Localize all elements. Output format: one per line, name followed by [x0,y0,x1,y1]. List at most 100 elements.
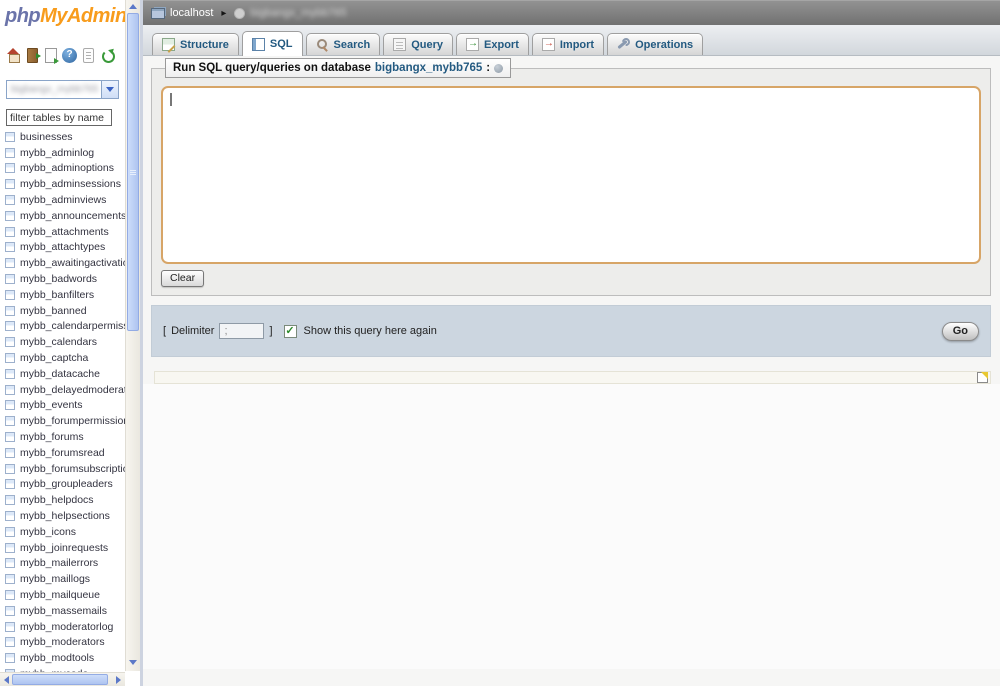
table-list-item[interactable]: businesses [3,129,125,145]
sql-query-fieldset: Run SQL query/queries on database bigban… [151,58,991,296]
table-list-item[interactable]: mybb_mailerrors [3,556,125,572]
table-name: mybb_joinrequests [20,541,109,554]
tab-export[interactable]: Export [456,33,529,55]
table-list-item[interactable]: mybb_adminoptions [3,161,125,177]
table-list-item[interactable]: mybb_moderators [3,635,125,651]
home-icon[interactable] [6,48,21,63]
tab-label: Search [333,38,371,51]
breadcrumb-server-link[interactable]: localhost [170,7,213,19]
table-list-item[interactable]: mybb_moderatorlog [3,619,125,635]
tab-sql[interactable]: SQL [241,31,303,56]
database-select[interactable]: bigbangx_mybb765 [6,80,119,99]
table-list-item[interactable]: mybb_banfilters [3,287,125,303]
table-icon [5,368,15,379]
tab-label: SQL [269,38,293,50]
sidebar-horizontal-scrollbar[interactable] [0,672,125,686]
clear-button[interactable]: Clear [161,270,205,287]
table-list-item[interactable]: mybb_forumsubscriptions [3,461,125,477]
table-list-item[interactable]: mybb_awaitingactivation [3,255,125,271]
tab-structure[interactable]: Structure [152,33,239,55]
table-list-item[interactable]: mybb_maillogs [3,571,125,587]
table-list-item[interactable]: mybb_delayedmoderation [3,382,125,398]
table-name: mybb_captcha [20,352,89,365]
table-list-item[interactable]: mybb_attachtypes [3,240,125,256]
table-name: mybb_forums [20,431,84,444]
tab-label: Export [484,38,519,51]
sidebar-vertical-scrollbar[interactable] [125,0,140,671]
help-icon[interactable] [494,63,504,73]
table-list-item[interactable]: mybb_banned [3,303,125,319]
database-select-arrow[interactable] [101,81,118,98]
table-name: mybb_adminlog [20,146,95,159]
table-list-item[interactable]: mybb_forumpermissions [3,413,125,429]
table-icon [5,305,15,316]
tab-query[interactable]: Query [383,33,454,55]
table-name: mybb_maillogs [20,573,91,586]
tab-bar: Structure SQL Search Query Export [143,25,1000,56]
table-list-item[interactable]: mybb_badwords [3,271,125,287]
table-name: mybb_datacache [20,367,100,380]
triangle-right-icon [115,675,121,684]
reload-icon[interactable] [100,48,115,63]
tab-operations[interactable]: Operations [607,33,704,55]
table-icon [5,605,15,616]
table-name: mybb_attachments [20,225,109,238]
vertical-scroll-thumb[interactable] [127,13,139,331]
table-list-item[interactable]: mybb_groupleaders [3,477,125,493]
table-list-item[interactable]: mybb_captcha [3,350,125,366]
table-name: mybb_calendars [20,336,98,349]
table-list-item[interactable]: mybb_datacache [3,366,125,382]
structure-icon [162,38,175,51]
phpmyadmin-docs-icon[interactable] [62,48,77,63]
tab-search[interactable]: Search [305,33,381,55]
scroll-down-arrow[interactable] [126,656,140,669]
table-list-item[interactable]: mybb_calendarpermissions [3,319,125,335]
go-button[interactable]: Go [941,321,979,341]
table-list-item[interactable]: mybb_announcements [3,208,125,224]
table-name: mybb_moderators [20,636,105,649]
table-list-item[interactable]: mybb_attachments [3,224,125,240]
sql-query-textarea[interactable] [161,86,981,264]
breadcrumb-separator: ▸ [221,7,227,19]
phpmyadmin-logo[interactable]: phpMyAdmin [5,5,127,28]
table-list-item[interactable]: mybb_mailqueue [3,587,125,603]
table-list-item[interactable]: mybb_icons [3,524,125,540]
legend-database-link[interactable]: bigbangx_mybb765 [375,62,482,74]
filter-tables-input[interactable] [6,109,112,126]
table-icon [5,210,15,221]
mysql-docs-icon[interactable] [83,48,94,63]
scroll-up-arrow[interactable] [126,0,140,13]
scroll-right-arrow[interactable] [112,673,124,686]
table-list-item[interactable]: mybb_calendars [3,334,125,350]
table-icon [5,242,15,253]
horizontal-scroll-thumb[interactable] [12,674,108,685]
table-list-item[interactable]: mybb_forumsread [3,445,125,461]
table-icon [5,274,15,285]
clear-row: Clear [161,270,981,287]
table-icon [5,131,15,142]
delimiter-input[interactable] [219,323,265,339]
legend-colon: : [486,62,491,74]
table-list-item[interactable]: mybb_events [3,398,125,414]
sql-window-icon[interactable] [45,48,59,64]
table-icon [5,400,15,411]
table-list-item[interactable]: mybb_forums [3,429,125,445]
bracket-close: ] [269,325,273,337]
show-query-checkbox[interactable] [283,324,297,338]
triangle-left-icon [3,675,9,684]
table-list-item[interactable]: mybb_helpdocs [3,492,125,508]
table-list-item[interactable]: mybb_adminsessions [3,176,125,192]
open-new-window-icon[interactable] [977,372,988,383]
table-list-item[interactable]: mybb_modtools [3,650,125,666]
scroll-left-arrow[interactable] [0,673,12,686]
breadcrumb-database-link[interactable]: bigbangx_mybb765 [250,7,346,19]
table-list-item[interactable]: mybb_massemails [3,603,125,619]
table-name: mybb_awaitingactivation [20,257,125,270]
table-list-item[interactable]: mybb_adminviews [3,192,125,208]
logout-icon[interactable] [27,48,41,63]
table-icon [5,558,15,569]
table-list-item[interactable]: mybb_helpsections [3,508,125,524]
table-list-item[interactable]: mybb_adminlog [3,145,125,161]
table-list-item[interactable]: mybb_joinrequests [3,540,125,556]
tab-import[interactable]: Import [531,33,605,55]
